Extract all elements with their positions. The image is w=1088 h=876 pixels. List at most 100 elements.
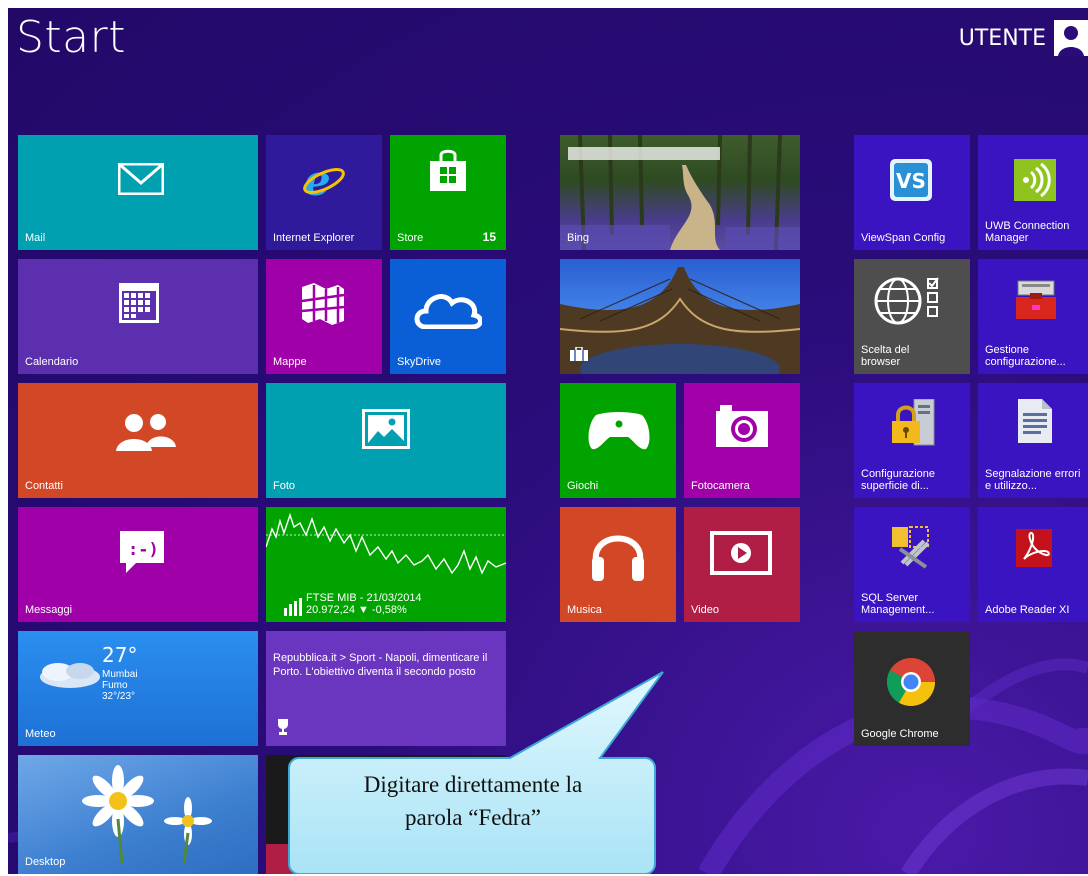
callout-line-2: parola “Fedra”: [404, 805, 541, 830]
tile-label: Mail: [25, 232, 46, 244]
tile-finance[interactable]: FTSE MIB - 21/03/2014 20.972,24 ▼ -0,58%: [266, 507, 506, 622]
weather-details: Mumbai Fumo 32°/23°: [102, 669, 138, 702]
adobe-reader-icon: [1016, 529, 1052, 567]
report-document-icon: [1018, 399, 1052, 443]
callout-line-1: Digitare direttamente la: [363, 772, 583, 797]
tile-viewspan-config[interactable]: VS ViewSpan Config: [854, 135, 970, 250]
tile-desktop[interactable]: Desktop: [18, 755, 258, 874]
weather-temp: 27°: [102, 643, 138, 667]
tile-label: Google Chrome: [861, 728, 939, 740]
tile-label: SQL Server Management...: [861, 592, 935, 616]
maps-icon: [301, 283, 345, 325]
viewspan-icon: VS: [890, 159, 932, 201]
daisy-flower-icon: [82, 765, 212, 863]
tile-label: Segnalazione errori e utilizzo...: [985, 468, 1081, 492]
weather-range: 32°/23°: [102, 691, 136, 702]
video-play-icon: [710, 531, 772, 575]
tile-label: Contatti: [25, 480, 63, 492]
tile-label: Video: [691, 604, 719, 616]
security-lock-icon: [892, 399, 935, 446]
tile-mappe[interactable]: Mappe: [266, 259, 382, 374]
uwb-signal-icon: [1014, 159, 1056, 201]
tile-calendario[interactable]: Calendario: [18, 259, 258, 374]
tile-label: Desktop: [25, 856, 66, 868]
tile-internet-explorer[interactable]: e Internet Explorer: [266, 135, 382, 250]
headphones-icon: [592, 535, 644, 581]
tile-label: Adobe Reader XI: [985, 604, 1070, 616]
tile-label: Internet Explorer: [273, 232, 355, 244]
tile-segnalazione-errori[interactable]: Segnalazione errori e utilizzo...: [978, 383, 1088, 498]
weather-condition: Fumo: [102, 680, 128, 691]
tile-configurazione-superficie[interactable]: Configurazione superficie di...: [854, 383, 970, 498]
user-name: UTENTE: [958, 25, 1046, 51]
finance-bars-icon: [284, 598, 302, 616]
finance-info: FTSE MIB - 21/03/2014 20.972,24 ▼ -0,58%: [284, 592, 422, 616]
tile-video[interactable]: Video: [684, 507, 800, 622]
tile-fotocamera[interactable]: Fotocamera: [684, 383, 800, 498]
user-avatar-icon: [1054, 20, 1088, 56]
cloud-icon: [40, 663, 100, 688]
xbox-controller-icon: [588, 412, 650, 450]
start-title: Start: [16, 12, 126, 63]
callout-tooltip: Digitare direttamente la parola “Fedra”: [285, 668, 665, 874]
contacts-icon: [116, 414, 176, 451]
weather-city: Mumbai: [102, 669, 138, 680]
tile-mail[interactable]: Mail: [18, 135, 258, 250]
internet-explorer-icon: e: [303, 159, 345, 201]
browser-choice-globe-icon: [874, 277, 939, 325]
svg-text::-): :-): [128, 540, 159, 560]
tile-foto[interactable]: Foto: [266, 383, 506, 498]
skydrive-cloud-icon: [414, 294, 482, 329]
tile-label: Mappe: [273, 356, 307, 368]
tile-label: Gestione configurazione...: [985, 344, 1066, 368]
finance-index: FTSE MIB - 21/03/2014: [306, 592, 422, 604]
tile-giochi[interactable]: Giochi: [560, 383, 676, 498]
tile-store[interactable]: Store 15: [390, 135, 506, 250]
tile-label: Foto: [273, 480, 296, 492]
messaging-icon: :-): [120, 531, 164, 573]
chrome-icon: [886, 658, 935, 707]
tile-label: Configurazione superficie di...: [861, 468, 935, 492]
tile-gestione-configurazione[interactable]: Gestione configurazione...: [978, 259, 1088, 374]
tile-label: Giochi: [567, 480, 599, 492]
calendar-icon: [119, 283, 159, 323]
tile-skydrive[interactable]: SkyDrive: [390, 259, 506, 374]
mail-icon: [118, 163, 164, 195]
tile-scelta-browser[interactable]: Scelta del browser: [854, 259, 970, 374]
tile-musica[interactable]: Musica: [560, 507, 676, 622]
store-bag-icon: [430, 149, 466, 191]
tile-messaggi[interactable]: :-) Messaggi: [18, 507, 258, 622]
suitcase-icon: [570, 347, 588, 361]
photos-icon: [362, 409, 410, 449]
tile-label: Meteo: [25, 728, 56, 740]
tile-google-chrome[interactable]: Google Chrome: [854, 631, 970, 746]
tile-contatti[interactable]: Contatti: [18, 383, 258, 498]
tile-label: Store: [397, 232, 424, 244]
callout-text: Digitare direttamente la parola “Fedra”: [295, 768, 651, 834]
eiffel-tower-image: [560, 267, 800, 374]
tile-label: Bing: [567, 232, 590, 244]
finance-value: 20.972,24 ▼ -0,58%: [306, 604, 407, 616]
tile-bing[interactable]: Bing: [560, 135, 800, 250]
tile-label: Scelta del browser: [861, 344, 910, 368]
camera-icon: [716, 405, 768, 447]
svg-text:VS: VS: [896, 169, 926, 193]
tile-label: Fotocamera: [691, 480, 750, 492]
sql-server-tools-icon: [892, 526, 930, 569]
tile-adobe-reader[interactable]: Adobe Reader XI: [978, 507, 1088, 622]
start-screen: Start UTENTE Mail Calendario Contatti:-…: [8, 8, 1088, 874]
finance-chart: [266, 512, 506, 575]
tile-label: UWB Connection Manager: [985, 220, 1070, 244]
tile-uwb-connection-manager[interactable]: UWB Connection Manager: [978, 135, 1088, 250]
tile-sql-server[interactable]: SQL Server Management...: [854, 507, 970, 622]
tile-travel[interactable]: [560, 259, 800, 374]
toolbox-icon: [1016, 280, 1056, 319]
tile-label: Musica: [567, 604, 602, 616]
tile-label: Calendario: [25, 356, 79, 368]
tile-label: Messaggi: [25, 604, 73, 616]
user-account[interactable]: UTENTE: [959, 20, 1088, 56]
tile-label: ViewSpan Config: [861, 232, 946, 244]
tile-meteo[interactable]: 27° Mumbai Fumo 32°/23° Meteo: [18, 631, 258, 746]
store-update-badge: 15: [482, 230, 496, 244]
bing-search-box[interactable]: [568, 147, 720, 160]
